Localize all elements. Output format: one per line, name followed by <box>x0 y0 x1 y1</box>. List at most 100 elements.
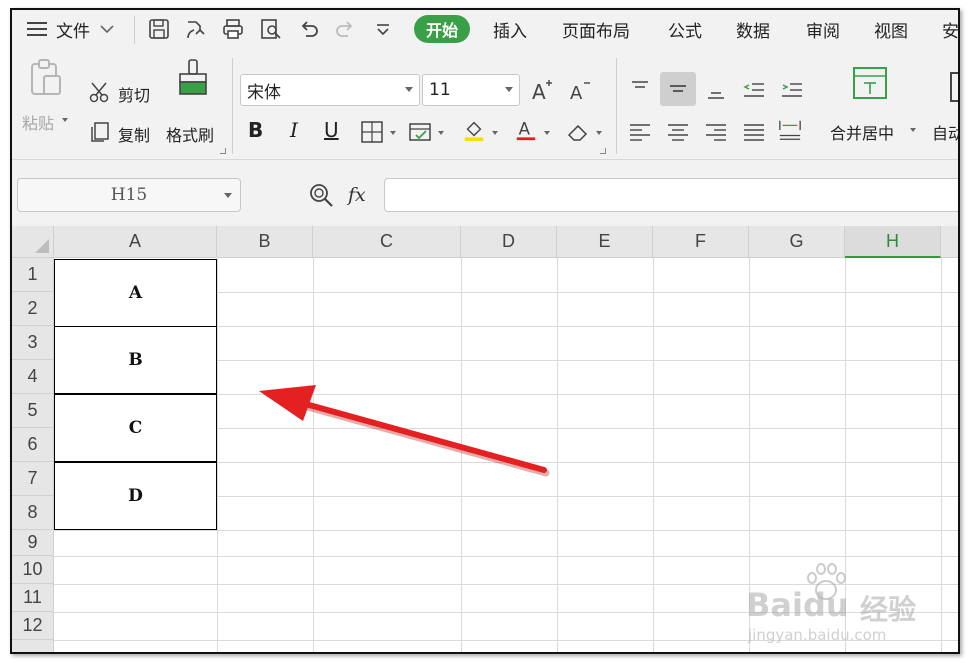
font-name-value: 宋体 <box>247 82 281 103</box>
decrease-font-icon[interactable]: A <box>568 78 592 102</box>
font-size-select[interactable]: 11 <box>422 74 520 106</box>
redo-icon[interactable] <box>334 18 356 40</box>
font-group-launcher[interactable] <box>600 148 606 154</box>
column-header-a[interactable]: A <box>54 226 217 258</box>
row-header-6[interactable]: 6 <box>12 428 54 462</box>
row-header-8[interactable]: 8 <box>12 496 54 530</box>
merged-cell-a1-a2[interactable]: A <box>54 259 217 327</box>
clipboard-group-launcher[interactable] <box>220 148 226 154</box>
tab-home[interactable]: 开始 <box>414 10 471 48</box>
row-header-9[interactable]: 9 <box>12 530 54 556</box>
grid-line <box>54 640 958 641</box>
distributed-align-icon[interactable] <box>778 118 802 142</box>
italic-icon[interactable]: I <box>290 118 298 142</box>
borders-dropdown-icon[interactable] <box>390 131 396 135</box>
underline-icon[interactable]: U <box>324 118 339 142</box>
cell-format-icon[interactable] <box>408 120 432 144</box>
row-header-11[interactable]: 11 <box>12 584 54 612</box>
formula-input[interactable] <box>384 178 958 212</box>
cut-button[interactable]: 剪切 <box>88 80 158 108</box>
column-header-e[interactable]: E <box>557 226 653 258</box>
fill-color-icon[interactable] <box>462 118 486 142</box>
merged-cell-a3-a4[interactable]: B <box>54 326 217 394</box>
font-color-icon[interactable]: A <box>514 118 538 142</box>
name-box-value: H15 <box>110 185 148 205</box>
borders-icon[interactable] <box>360 120 384 144</box>
row-header-5[interactable]: 5 <box>12 394 54 428</box>
row-header-13[interactable] <box>12 640 54 652</box>
justify-icon[interactable] <box>742 120 766 144</box>
menu-bar: 文件 开始 插入 页面布局 公式 数据 审阅 视图 安 <box>12 10 958 48</box>
print-icon[interactable] <box>222 18 244 40</box>
worksheet-grid[interactable]: A B C D E F G H 1 2 3 4 5 6 7 8 9 10 11 … <box>12 226 958 652</box>
tab-page-layout-label: 页面布局 <box>562 21 630 42</box>
merged-cell-a7-a8[interactable]: D <box>54 462 217 530</box>
tab-security[interactable]: 安 <box>942 10 958 48</box>
merge-center-label: 合并居中 <box>830 124 895 143</box>
tab-data[interactable]: 数据 <box>736 10 770 48</box>
row-header-3[interactable]: 3 <box>12 326 54 360</box>
tab-view[interactable]: 视图 <box>874 10 908 48</box>
align-top-icon[interactable] <box>628 78 652 102</box>
copy-button[interactable]: 复制 <box>88 120 158 148</box>
grid-line <box>54 612 958 613</box>
print-preview-icon[interactable] <box>260 18 282 40</box>
row-header-2[interactable]: 2 <box>12 292 54 326</box>
align-right-icon[interactable] <box>704 120 728 144</box>
row-header-10[interactable]: 10 <box>12 556 54 584</box>
tab-review[interactable]: 审阅 <box>806 10 840 48</box>
tab-page-layout[interactable]: 页面布局 <box>562 10 630 48</box>
align-left-icon[interactable] <box>628 120 652 144</box>
align-center-icon[interactable] <box>666 120 690 144</box>
wrap-text-button[interactable]: 自动 <box>930 66 958 146</box>
format-painter-button[interactable]: 格式刷 <box>164 58 224 148</box>
decrease-indent-icon[interactable] <box>742 78 766 102</box>
cell-format-dropdown-icon[interactable] <box>438 131 444 135</box>
align-bottom-icon[interactable] <box>704 78 728 102</box>
zoom-search-icon[interactable] <box>308 182 334 208</box>
row-header-12[interactable]: 12 <box>12 612 54 640</box>
font-name-dropdown-icon <box>405 87 413 92</box>
column-header-d[interactable]: D <box>461 226 557 258</box>
bold-icon[interactable]: B <box>248 118 263 142</box>
select-all-icon <box>35 239 49 253</box>
align-middle-button[interactable] <box>660 72 696 106</box>
column-header-next[interactable] <box>941 226 958 258</box>
fill-color-dropdown-icon[interactable] <box>492 131 498 135</box>
paste-button[interactable]: 粘贴 <box>22 58 72 148</box>
tab-formulas[interactable]: 公式 <box>668 10 702 48</box>
column-header-b[interactable]: B <box>217 226 313 258</box>
row-header-1[interactable]: 1 <box>12 258 54 292</box>
eraser-icon[interactable] <box>566 120 590 144</box>
insert-function-icon[interactable]: fx <box>348 184 366 206</box>
svg-text:A: A <box>532 80 546 102</box>
font-color-dropdown-icon[interactable] <box>544 131 550 135</box>
tab-data-label: 数据 <box>736 21 770 42</box>
column-header-f[interactable]: F <box>653 226 749 258</box>
increase-indent-icon[interactable] <box>780 78 804 102</box>
clear-dropdown-icon[interactable] <box>596 131 602 135</box>
format-painter-label: 格式刷 <box>166 126 215 145</box>
merged-cell-a5-a6[interactable]: C <box>54 394 217 462</box>
svg-text:A: A <box>519 120 531 139</box>
grid-line <box>557 258 558 652</box>
copy-label: 复制 <box>118 126 151 145</box>
name-box[interactable]: H15 <box>17 178 241 212</box>
row-header-7[interactable]: 7 <box>12 462 54 496</box>
column-header-h[interactable]: H <box>845 226 941 258</box>
merge-center-dropdown-icon <box>910 128 916 132</box>
file-menu[interactable]: 文件 <box>26 10 116 48</box>
row-header-4[interactable]: 4 <box>12 360 54 394</box>
font-name-select[interactable]: 宋体 <box>240 74 420 106</box>
tab-formulas-label: 公式 <box>668 21 702 42</box>
tab-insert[interactable]: 插入 <box>493 10 527 48</box>
undo-icon[interactable] <box>298 18 320 40</box>
column-header-g[interactable]: G <box>749 226 845 258</box>
export-icon[interactable] <box>184 18 206 40</box>
column-header-c[interactable]: C <box>313 226 461 258</box>
increase-font-icon[interactable]: A <box>530 78 554 102</box>
merge-center-button[interactable]: 合并居中 <box>826 66 920 146</box>
customize-toolbar-icon[interactable] <box>372 18 394 40</box>
save-icon[interactable] <box>148 18 170 40</box>
select-all-corner[interactable] <box>12 226 54 258</box>
